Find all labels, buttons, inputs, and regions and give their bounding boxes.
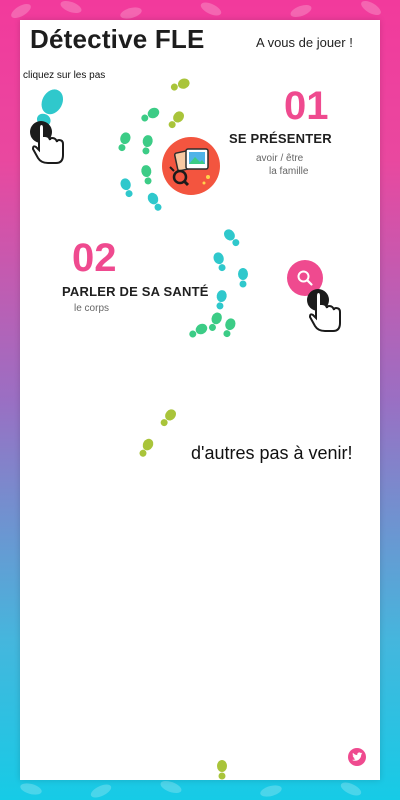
footprint-step[interactable] xyxy=(139,164,154,186)
footprint-decoration xyxy=(216,760,228,780)
lesson-1-button[interactable] xyxy=(162,137,220,195)
page-subtitle: A vous de jouer ! xyxy=(256,35,353,50)
lesson-1-topic: avoir / être xyxy=(256,153,304,164)
pointing-hand-icon xyxy=(307,288,343,337)
footprint-step[interactable] xyxy=(165,108,187,131)
twitter-icon xyxy=(351,752,363,761)
footprint-decoration xyxy=(136,436,156,459)
footprint-step[interactable] xyxy=(139,134,154,156)
photo-frame-icon xyxy=(169,148,210,187)
instruction-text: cliquez sur les pas xyxy=(23,70,106,81)
lesson-1-topic: la famille xyxy=(269,166,309,177)
pointing-hand-icon xyxy=(30,120,66,169)
main-card: Détective FLE A vous de jouer ! cliquez … xyxy=(20,20,380,780)
footprint-step[interactable] xyxy=(118,177,136,200)
footprint-decoration xyxy=(157,406,179,429)
footprint-step[interactable] xyxy=(220,317,238,340)
background-footprint xyxy=(259,783,283,799)
background-footprint xyxy=(198,0,224,19)
lesson-1-number: 01 xyxy=(284,84,329,128)
footprint-step[interactable] xyxy=(213,289,228,311)
footprint-step[interactable] xyxy=(211,251,229,274)
background-footprint xyxy=(119,5,143,21)
footprint-step[interactable] xyxy=(115,131,133,154)
search-icon xyxy=(297,270,313,286)
coming-soon-text: d'autres pas à venir! xyxy=(191,443,353,463)
footprint-step[interactable] xyxy=(221,226,243,249)
footprint-step[interactable] xyxy=(169,76,192,94)
background-footprint xyxy=(288,2,314,20)
footprint-step[interactable] xyxy=(237,268,249,288)
lesson-1-title[interactable]: SE PRÉSENTER xyxy=(229,131,332,146)
lesson-2-number: 02 xyxy=(72,236,117,280)
footprint-step[interactable] xyxy=(138,105,161,125)
page-title: Détective FLE xyxy=(30,24,205,54)
background-footprint xyxy=(88,781,114,800)
background-footprint xyxy=(19,781,43,797)
lesson-2-topic: le corps xyxy=(74,303,110,314)
background-footprint xyxy=(358,0,384,18)
lesson-2-title[interactable]: PARLER DE SA SANTÉ xyxy=(62,284,209,299)
background-footprint xyxy=(8,1,34,21)
twitter-share-button[interactable] xyxy=(348,748,366,766)
background-footprint xyxy=(158,778,184,796)
background-footprint xyxy=(58,0,84,16)
background-footprint xyxy=(338,779,364,799)
